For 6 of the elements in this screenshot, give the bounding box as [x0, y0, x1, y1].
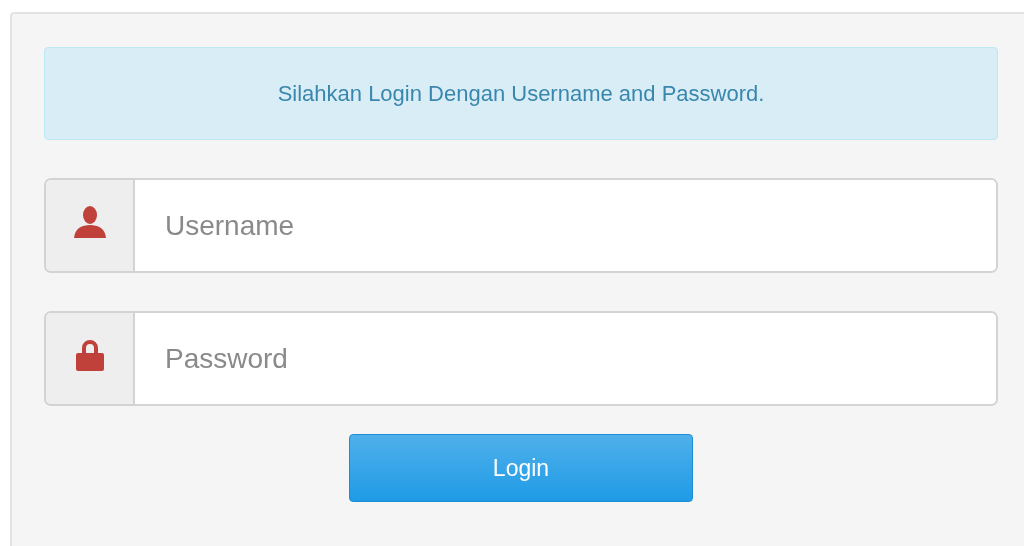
input-field[interactable]: Username — [44, 178, 998, 273]
user-icon — [72, 205, 107, 238]
input-field[interactable]: Password — [44, 311, 998, 406]
login-button[interactable]: Login — [349, 434, 693, 502]
alert-message: Silahkan Login Dengan Username and Password. — [277, 80, 765, 107]
lock-icon — [74, 338, 105, 371]
